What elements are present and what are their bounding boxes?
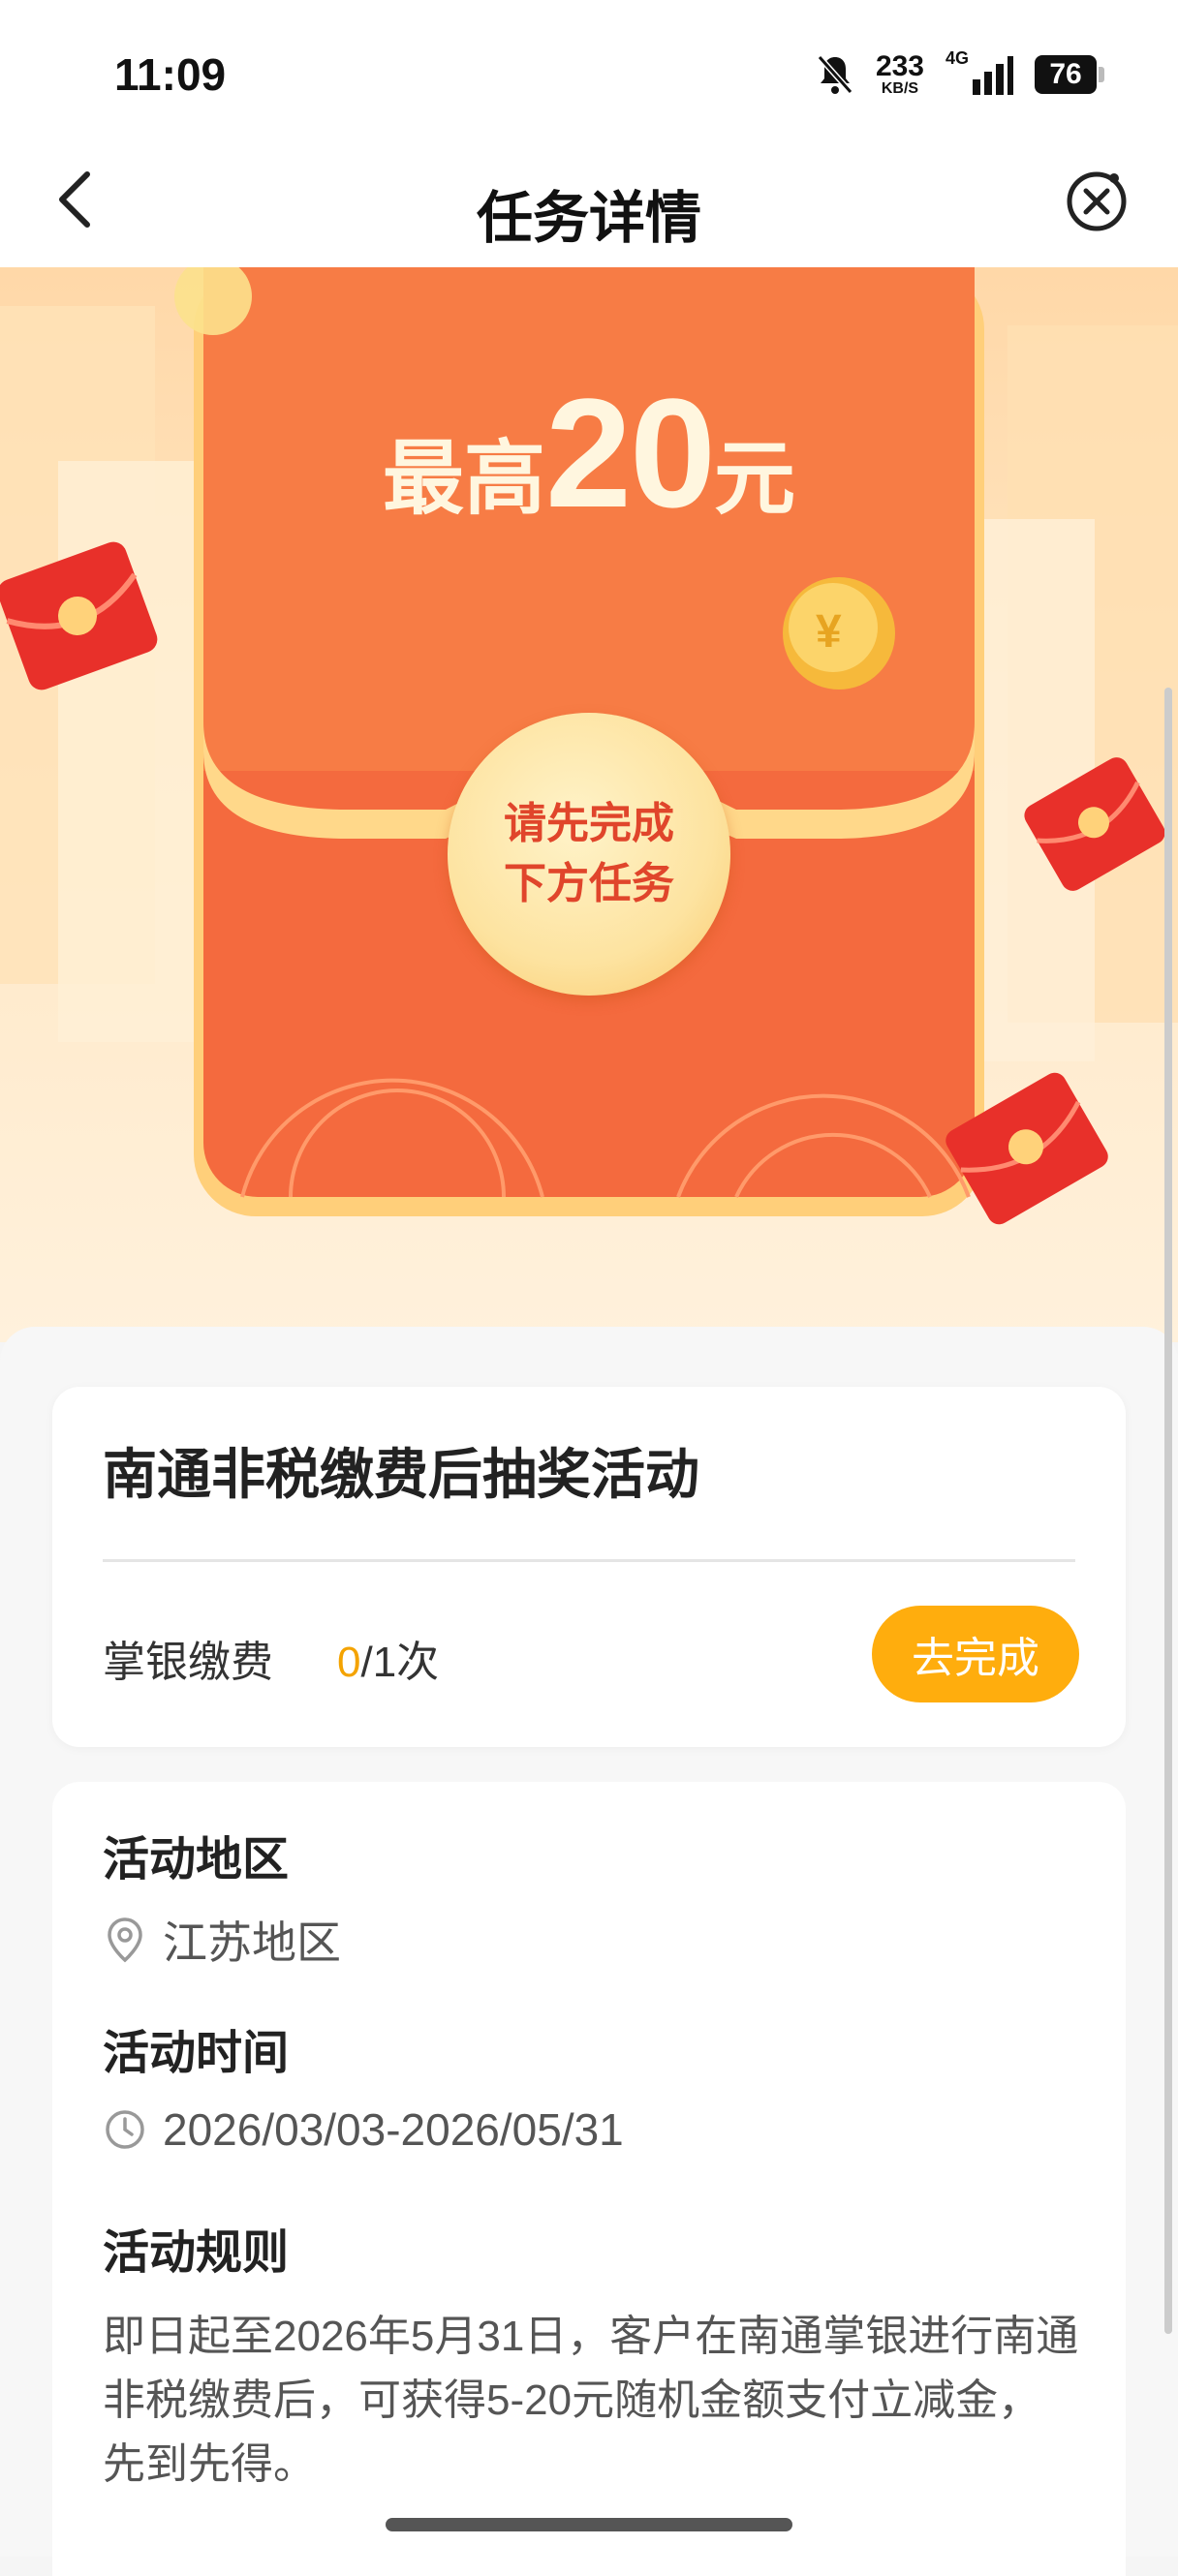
divider xyxy=(103,1559,1075,1562)
rules-heading: 活动规则 xyxy=(103,2227,290,2279)
seal-line-1: 请先完成 xyxy=(504,800,674,847)
scrollbar[interactable] xyxy=(1164,688,1172,2334)
nav-bar: 任务详情 xyxy=(0,136,1178,267)
close-miniapp-icon[interactable] xyxy=(1064,169,1130,234)
svg-text:¥: ¥ xyxy=(816,606,842,658)
envelope-seal[interactable]: 请先完成 下方任务 xyxy=(448,713,730,996)
net-speed-unit: KB/S xyxy=(881,80,919,97)
region-value: 江苏地区 xyxy=(163,1917,341,1968)
status-icons: 233 KB/S 4G 76 xyxy=(816,48,1104,99)
task-progress-total: /1次 xyxy=(360,1639,440,1686)
battery-indicator: 76 xyxy=(1035,55,1104,94)
signal-icon: 4G xyxy=(946,48,1013,97)
go-complete-button[interactable]: 去完成 xyxy=(872,1606,1079,1702)
region-heading: 活动地区 xyxy=(103,1834,290,1886)
time-value: 2026/03/03-2026/05/31 xyxy=(163,2104,624,2155)
clock-icon xyxy=(106,2110,144,2149)
time-heading: 活动时间 xyxy=(103,2028,290,2079)
task-title: 南通非税缴费后抽奖活动 xyxy=(103,1444,699,1505)
rules-text: 即日起至2026年5月31日，客户在南通掌银进行南通非税缴费后，可获得5-20元… xyxy=(103,2313,1079,2488)
task-progress: 0/1次 xyxy=(337,1627,439,1689)
region-line: 江苏地区 xyxy=(103,1908,341,1972)
mute-bell-icon xyxy=(817,55,853,94)
banner-suffix: 元 xyxy=(713,433,795,524)
scrollbar-thumb[interactable] xyxy=(1164,688,1172,2334)
location-pin-icon xyxy=(108,1917,142,1963)
banner-amount: 20 xyxy=(545,366,716,539)
banner-headline: 最高20元 xyxy=(0,364,1178,542)
status-time: 11:09 xyxy=(114,49,227,100)
time-line: 2026/03/03-2026/05/31 xyxy=(103,2103,624,2156)
home-indicator[interactable] xyxy=(386,2518,792,2531)
task-name: 掌银缴费 xyxy=(103,1639,273,1686)
activity-info-card: 活动地区 江苏地区 活动时间 2026/03/03-2026/05/31 活动规… xyxy=(52,1782,1126,2576)
net-speed: 233 KB/S xyxy=(876,52,924,97)
banner-prefix: 最高 xyxy=(383,433,546,524)
net-speed-value: 233 xyxy=(875,50,924,82)
status-bar: 11:09 233 KB/S 4G 76 xyxy=(0,0,1178,136)
promo-banner: ¥ 最高20元 请先完成 下方任务 xyxy=(0,267,1178,1342)
network-type: 4G xyxy=(946,48,970,68)
page-title: 任务详情 xyxy=(476,187,701,250)
seal-line-2: 下方任务 xyxy=(504,860,674,907)
task-progress-done: 0 xyxy=(337,1639,361,1686)
task-card: 南通非税缴费后抽奖活动 掌银缴费 0/1次 去完成 xyxy=(52,1387,1126,1747)
